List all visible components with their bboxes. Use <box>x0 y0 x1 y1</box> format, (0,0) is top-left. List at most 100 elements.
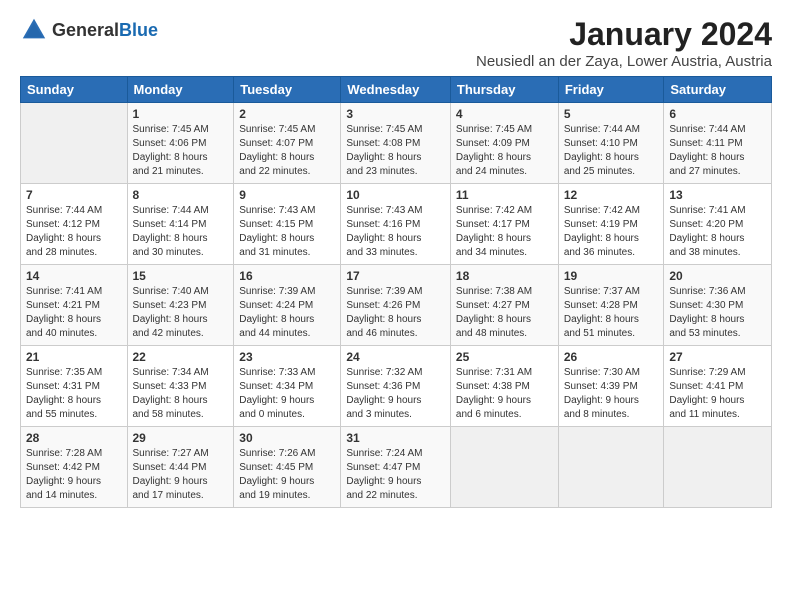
day-info: Sunrise: 7:38 AM Sunset: 4:27 PM Dayligh… <box>456 285 553 341</box>
calendar-cell: 12 Sunrise: 7:42 AM Sunset: 4:19 PM Dayli… <box>558 184 664 265</box>
calendar-week-row: 1 Sunrise: 7:45 AM Sunset: 4:06 PM Daylig… <box>21 103 772 184</box>
calendar-header-row: SundayMondayTuesdayWednesdayThursdayFrid… <box>21 77 772 103</box>
day-info: Sunrise: 7:42 AM Sunset: 4:19 PM Dayligh… <box>564 204 659 260</box>
day-number: 29 <box>133 431 229 445</box>
day-number: 13 <box>669 188 766 202</box>
calendar-cell: 3 Sunrise: 7:45 AM Sunset: 4:08 PM Daylig… <box>341 103 451 184</box>
day-info: Sunrise: 7:39 AM Sunset: 4:26 PM Dayligh… <box>346 285 445 341</box>
day-info: Sunrise: 7:27 AM Sunset: 4:44 PM Dayligh… <box>133 447 229 503</box>
day-info: Sunrise: 7:30 AM Sunset: 4:39 PM Dayligh… <box>564 366 659 422</box>
calendar-cell: 14Sunrise: 7:41 AM Sunset: 4:21 PM Dayli… <box>21 265 128 346</box>
day-number: 26 <box>564 350 659 364</box>
calendar-cell: 4 Sunrise: 7:45 AM Sunset: 4:09 PM Daylig… <box>450 103 558 184</box>
logo-blue: Blue <box>119 20 158 40</box>
day-info: Sunrise: 7:35 AM Sunset: 4:31 PM Dayligh… <box>26 366 122 422</box>
header: GeneralBlue January 2024 Neusiedl an der… <box>20 16 772 70</box>
day-info: Sunrise: 7:36 AM Sunset: 4:30 PM Dayligh… <box>669 285 766 341</box>
calendar-cell <box>558 427 664 508</box>
day-number: 18 <box>456 269 553 283</box>
calendar-cell: 30 Sunrise: 7:26 AM Sunset: 4:45 PM Dayli… <box>234 427 341 508</box>
weekday-header: Thursday <box>450 77 558 103</box>
calendar-cell: 9Sunrise: 7:43 AM Sunset: 4:15 PM Daylig… <box>234 184 341 265</box>
calendar-cell: 13 Sunrise: 7:41 AM Sunset: 4:20 PM Dayli… <box>664 184 772 265</box>
calendar-cell: 18 Sunrise: 7:38 AM Sunset: 4:27 PM Dayli… <box>450 265 558 346</box>
calendar-cell: 5Sunrise: 7:44 AM Sunset: 4:10 PM Daylig… <box>558 103 664 184</box>
calendar-cell: 31 Sunrise: 7:24 AM Sunset: 4:47 PM Dayli… <box>341 427 451 508</box>
day-number: 19 <box>564 269 659 283</box>
calendar-cell: 27Sunrise: 7:29 AM Sunset: 4:41 PM Dayli… <box>664 346 772 427</box>
day-info: Sunrise: 7:45 AM Sunset: 4:06 PM Dayligh… <box>133 123 229 179</box>
calendar-cell: 23Sunrise: 7:33 AM Sunset: 4:34 PM Dayli… <box>234 346 341 427</box>
calendar-cell: 26 Sunrise: 7:30 AM Sunset: 4:39 PM Dayli… <box>558 346 664 427</box>
day-number: 22 <box>133 350 229 364</box>
calendar-cell: 25Sunrise: 7:31 AM Sunset: 4:38 PM Dayli… <box>450 346 558 427</box>
calendar-week-row: 7Sunrise: 7:44 AM Sunset: 4:12 PM Daylig… <box>21 184 772 265</box>
day-number: 11 <box>456 188 553 202</box>
day-number: 12 <box>564 188 659 202</box>
day-number: 6 <box>669 107 766 121</box>
calendar-cell: 29 Sunrise: 7:27 AM Sunset: 4:44 PM Dayli… <box>127 427 234 508</box>
day-number: 1 <box>133 107 229 121</box>
day-info: Sunrise: 7:31 AM Sunset: 4:38 PM Dayligh… <box>456 366 553 422</box>
calendar-cell: 11 Sunrise: 7:42 AM Sunset: 4:17 PM Dayli… <box>450 184 558 265</box>
day-info: Sunrise: 7:33 AM Sunset: 4:34 PM Dayligh… <box>239 366 335 422</box>
day-info: Sunrise: 7:24 AM Sunset: 4:47 PM Dayligh… <box>346 447 445 503</box>
weekday-header: Tuesday <box>234 77 341 103</box>
day-info: Sunrise: 7:40 AM Sunset: 4:23 PM Dayligh… <box>133 285 229 341</box>
logo: GeneralBlue <box>20 16 158 44</box>
calendar-table: SundayMondayTuesdayWednesdayThursdayFrid… <box>20 76 772 508</box>
calendar-cell <box>21 103 128 184</box>
calendar-cell: 22Sunrise: 7:34 AM Sunset: 4:33 PM Dayli… <box>127 346 234 427</box>
day-number: 7 <box>26 188 122 202</box>
calendar-week-row: 14Sunrise: 7:41 AM Sunset: 4:21 PM Dayli… <box>21 265 772 346</box>
day-number: 14 <box>26 269 122 283</box>
calendar-cell: 28 Sunrise: 7:28 AM Sunset: 4:42 PM Dayli… <box>21 427 128 508</box>
calendar-cell: 20 Sunrise: 7:36 AM Sunset: 4:30 PM Dayli… <box>664 265 772 346</box>
calendar-cell: 8Sunrise: 7:44 AM Sunset: 4:14 PM Daylig… <box>127 184 234 265</box>
day-info: Sunrise: 7:26 AM Sunset: 4:45 PM Dayligh… <box>239 447 335 503</box>
weekday-header: Monday <box>127 77 234 103</box>
day-number: 24 <box>346 350 445 364</box>
calendar-cell <box>450 427 558 508</box>
day-number: 4 <box>456 107 553 121</box>
day-info: Sunrise: 7:28 AM Sunset: 4:42 PM Dayligh… <box>26 447 122 503</box>
calendar-week-row: 21 Sunrise: 7:35 AM Sunset: 4:31 PM Dayli… <box>21 346 772 427</box>
day-info: Sunrise: 7:42 AM Sunset: 4:17 PM Dayligh… <box>456 204 553 260</box>
day-info: Sunrise: 7:39 AM Sunset: 4:24 PM Dayligh… <box>239 285 335 341</box>
calendar-cell: 10Sunrise: 7:43 AM Sunset: 4:16 PM Dayli… <box>341 184 451 265</box>
day-number: 31 <box>346 431 445 445</box>
day-number: 5 <box>564 107 659 121</box>
calendar-cell: 24 Sunrise: 7:32 AM Sunset: 4:36 PM Dayli… <box>341 346 451 427</box>
day-info: Sunrise: 7:45 AM Sunset: 4:08 PM Dayligh… <box>346 123 445 179</box>
logo-general: General <box>52 20 119 40</box>
calendar-cell: 6Sunrise: 7:44 AM Sunset: 4:11 PM Daylig… <box>664 103 772 184</box>
calendar-cell: 2 Sunrise: 7:45 AM Sunset: 4:07 PM Daylig… <box>234 103 341 184</box>
weekday-header: Sunday <box>21 77 128 103</box>
day-info: Sunrise: 7:45 AM Sunset: 4:07 PM Dayligh… <box>239 123 335 179</box>
day-info: Sunrise: 7:41 AM Sunset: 4:20 PM Dayligh… <box>669 204 766 260</box>
calendar-week-row: 28 Sunrise: 7:28 AM Sunset: 4:42 PM Dayli… <box>21 427 772 508</box>
day-number: 21 <box>26 350 122 364</box>
calendar-cell: 19 Sunrise: 7:37 AM Sunset: 4:28 PM Dayli… <box>558 265 664 346</box>
calendar-cell: 1 Sunrise: 7:45 AM Sunset: 4:06 PM Daylig… <box>127 103 234 184</box>
day-info: Sunrise: 7:32 AM Sunset: 4:36 PM Dayligh… <box>346 366 445 422</box>
day-number: 16 <box>239 269 335 283</box>
day-number: 9 <box>239 188 335 202</box>
day-number: 17 <box>346 269 445 283</box>
calendar-cell: 17 Sunrise: 7:39 AM Sunset: 4:26 PM Dayli… <box>341 265 451 346</box>
page: GeneralBlue January 2024 Neusiedl an der… <box>0 0 792 612</box>
day-number: 20 <box>669 269 766 283</box>
calendar-cell: 16 Sunrise: 7:39 AM Sunset: 4:24 PM Dayli… <box>234 265 341 346</box>
day-number: 3 <box>346 107 445 121</box>
day-number: 27 <box>669 350 766 364</box>
weekday-header: Wednesday <box>341 77 451 103</box>
logo-icon <box>20 16 48 44</box>
day-info: Sunrise: 7:43 AM Sunset: 4:16 PM Dayligh… <box>346 204 445 260</box>
day-info: Sunrise: 7:45 AM Sunset: 4:09 PM Dayligh… <box>456 123 553 179</box>
day-number: 28 <box>26 431 122 445</box>
calendar-cell: 7Sunrise: 7:44 AM Sunset: 4:12 PM Daylig… <box>21 184 128 265</box>
day-info: Sunrise: 7:37 AM Sunset: 4:28 PM Dayligh… <box>564 285 659 341</box>
day-number: 2 <box>239 107 335 121</box>
day-number: 30 <box>239 431 335 445</box>
day-info: Sunrise: 7:44 AM Sunset: 4:14 PM Dayligh… <box>133 204 229 260</box>
